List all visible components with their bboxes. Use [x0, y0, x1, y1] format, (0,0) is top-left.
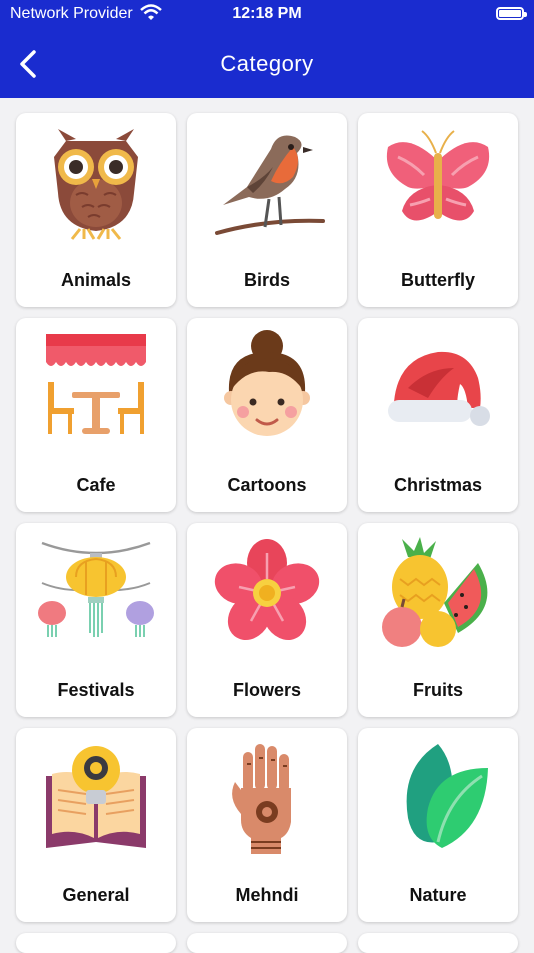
category-card-partial[interactable] — [16, 933, 176, 953]
category-label: Cartoons — [227, 475, 307, 495]
category-label: Cafe — [76, 475, 116, 495]
status-time: 12:18 PM — [232, 5, 302, 22]
idea-book-icon — [46, 746, 146, 848]
category-card-christmas[interactable]: Christmas — [358, 318, 518, 512]
lanterns-icon — [38, 541, 154, 637]
leaves-icon — [406, 744, 488, 848]
category-label: Mehndi — [235, 885, 299, 905]
owl-icon — [54, 129, 138, 240]
fruits-icon — [382, 537, 488, 647]
cartoon-girl-icon — [224, 330, 310, 436]
category-grid: Animals Birds Butterfly Cafe Cartoons Ch… — [16, 113, 518, 953]
santa-hat-icon — [388, 351, 490, 426]
status-bar: Network Provider 12:18 PM — [0, 0, 534, 30]
category-card-birds[interactable]: Birds — [187, 113, 347, 307]
category-card-general[interactable]: General — [16, 728, 176, 922]
robin-icon — [215, 135, 325, 235]
category-label: Flowers — [232, 680, 302, 700]
category-card-flowers[interactable]: Flowers — [187, 523, 347, 717]
category-card-nature[interactable]: Nature — [358, 728, 518, 922]
butterfly-icon — [386, 130, 490, 221]
category-card-partial[interactable] — [187, 933, 347, 953]
nav-bar: Category — [0, 30, 534, 98]
category-label: Butterfly — [400, 270, 475, 290]
category-card-butterfly[interactable]: Butterfly — [358, 113, 518, 307]
category-label: Fruits — [412, 680, 463, 700]
category-card-cartoons[interactable]: Cartoons — [187, 318, 347, 512]
category-label: Christmas — [393, 475, 483, 495]
category-card-festivals[interactable]: Festivals — [16, 523, 176, 717]
cafe-table-icon — [46, 334, 146, 434]
category-label: Nature — [409, 885, 467, 905]
flower-icon — [214, 539, 320, 640]
category-card-fruits[interactable]: Fruits — [358, 523, 518, 717]
category-card-mehndi[interactable]: Mehndi — [187, 728, 347, 922]
category-label: General — [62, 885, 130, 905]
category-card-cafe[interactable]: Cafe — [16, 318, 176, 512]
category-label: Birds — [243, 270, 290, 290]
page-title: Category — [220, 51, 314, 76]
henna-hand-icon — [232, 744, 291, 854]
category-card-animals[interactable]: Animals — [16, 113, 176, 307]
category-label: Festivals — [57, 680, 135, 700]
battery-icon — [496, 7, 527, 20]
category-card-partial[interactable] — [358, 933, 518, 953]
category-label: Animals — [60, 270, 132, 290]
